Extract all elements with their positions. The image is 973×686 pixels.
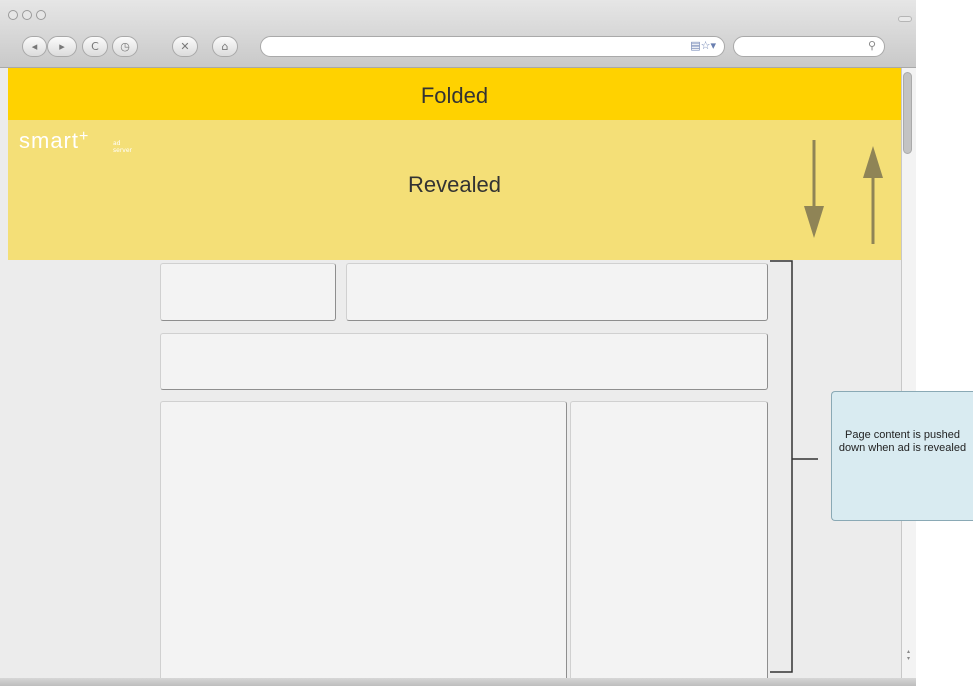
status-bar: [0, 678, 916, 686]
content-bracket: [770, 260, 818, 673]
home-button[interactable]: ⌂: [212, 36, 238, 57]
search-icon: ⚲: [867, 39, 876, 52]
stop-icon: ✕: [180, 40, 190, 53]
zoom-window-icon[interactable]: [36, 10, 46, 20]
content-block-header: [346, 263, 768, 321]
close-window-icon[interactable]: [8, 10, 18, 20]
address-bar[interactable]: ▤☆▾: [260, 36, 725, 57]
forward-icon: ▸: [59, 40, 65, 53]
bookmark-icon[interactable]: ▤☆▾: [690, 39, 716, 52]
home-icon: ⌂: [221, 40, 229, 53]
browser-toolbar: ◂ ▸ C ◷ ✕ ⌂ ▤☆▾ ⚲: [0, 0, 916, 68]
reload-button[interactable]: C: [82, 36, 108, 57]
content-block-small: [160, 263, 336, 321]
minimize-window-icon[interactable]: [22, 10, 32, 20]
annotation-text: Page content is pushed down when ad is r…: [838, 429, 967, 454]
brand-subtitle: ad server: [113, 140, 132, 154]
revealed-ad-panel[interactable]: smart+ ad server Revealed: [8, 120, 901, 260]
clock-icon: ◷: [120, 40, 130, 53]
content-block-main: [160, 401, 567, 678]
content-block-wide: [160, 333, 768, 390]
reload-icon: C: [91, 40, 99, 53]
brand-mark: +: [79, 128, 90, 145]
scrollbar-thumb[interactable]: [903, 72, 912, 154]
folded-label: Folded: [420, 83, 489, 108]
back-button[interactable]: ◂: [22, 36, 47, 57]
brand-logo: smart+: [19, 128, 90, 153]
expand-collapse-arrows: [804, 140, 883, 244]
forward-button[interactable]: ▸: [47, 36, 77, 57]
history-button[interactable]: ◷: [112, 36, 138, 57]
content-block-sidebar: [570, 401, 768, 678]
scroll-arrows-icon[interactable]: ▴ ▾: [902, 648, 915, 662]
folded-ad-banner[interactable]: Folded: [8, 68, 901, 120]
down-arrow-icon[interactable]: [804, 140, 824, 238]
page-viewport: Folded smart+ ad server Revealed: [8, 68, 901, 678]
toolbar-toggle-icon[interactable]: [898, 16, 912, 22]
vertical-scrollbar[interactable]: [901, 68, 916, 678]
search-input[interactable]: ⚲: [733, 36, 885, 57]
annotation-callout: Page content is pushed down when ad is r…: [831, 391, 973, 521]
stop-button[interactable]: ✕: [172, 36, 198, 57]
back-icon: ◂: [31, 40, 38, 53]
up-arrow-icon[interactable]: [863, 146, 883, 244]
revealed-label: Revealed: [408, 172, 501, 197]
